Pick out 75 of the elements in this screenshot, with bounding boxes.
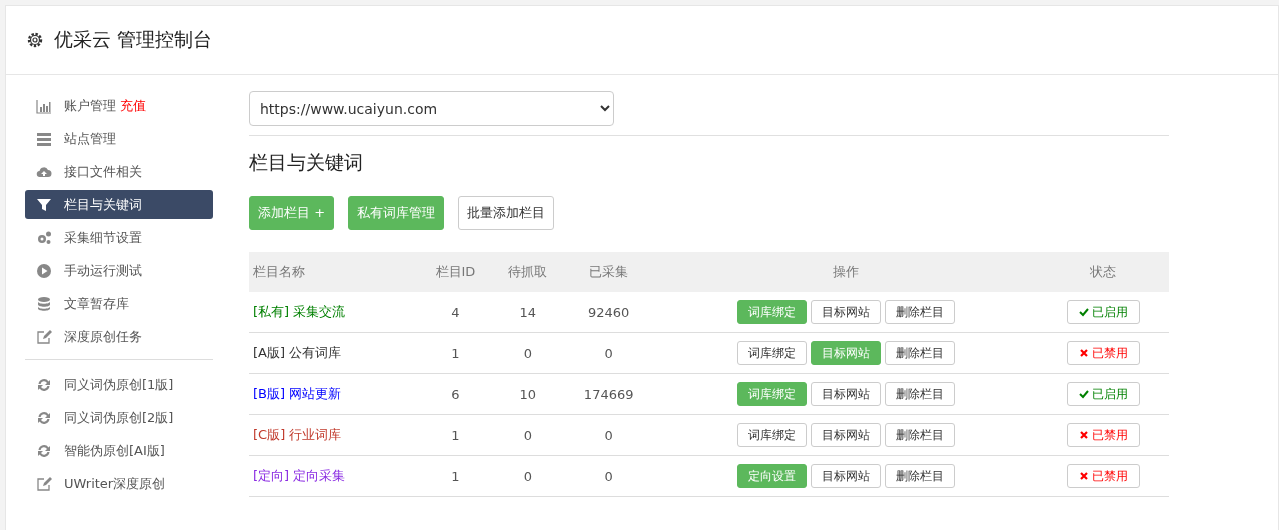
table-cell: 0 bbox=[563, 332, 654, 374]
sidebar-item[interactable]: 栏目与关键词 bbox=[25, 190, 213, 219]
table-cell: 0 bbox=[563, 455, 654, 497]
action-button[interactable]: 目标网站 bbox=[810, 464, 881, 488]
table-cell: 1 bbox=[418, 332, 492, 374]
sidebar-item[interactable]: 站点管理 bbox=[25, 124, 213, 153]
column-name: [A版] 公有词库 bbox=[249, 332, 419, 374]
column-header: 栏目ID bbox=[418, 252, 492, 292]
play-icon bbox=[36, 262, 52, 279]
filter-icon bbox=[36, 196, 52, 213]
status-button[interactable]: 已禁用 bbox=[1067, 464, 1140, 488]
column-header: 操作 bbox=[653, 252, 1038, 292]
column-header: 栏目名称 bbox=[249, 252, 419, 292]
status-button[interactable]: 已启用 bbox=[1067, 300, 1140, 324]
gears-icon bbox=[36, 229, 52, 246]
refresh-icon bbox=[36, 442, 52, 459]
section-title: 栏目与关键词 bbox=[249, 150, 364, 175]
sidebar-item[interactable]: 智能伪原创[AI版] bbox=[25, 436, 213, 465]
action-button[interactable]: 删除栏目 bbox=[884, 423, 955, 447]
action-button[interactable]: 删除栏目 bbox=[884, 300, 955, 324]
sidebar-item[interactable]: 同义词伪原创[2版] bbox=[25, 403, 213, 432]
sidebar-item[interactable]: 账户管理 充值 bbox=[25, 91, 213, 120]
action-button[interactable]: 目标网站 bbox=[810, 382, 881, 406]
settings-icon bbox=[26, 31, 44, 49]
status-button[interactable]: 已禁用 bbox=[1067, 341, 1140, 365]
bar-chart-icon bbox=[36, 97, 52, 114]
check-icon bbox=[1079, 307, 1089, 317]
column-name: [C版] 行业词库 bbox=[249, 414, 419, 456]
app-title: 优采云 管理控制台 bbox=[54, 27, 213, 52]
table-cell: 174669 bbox=[563, 373, 654, 415]
status-button[interactable]: 已启用 bbox=[1067, 382, 1140, 406]
table-cell: 6 bbox=[418, 373, 492, 415]
sidebar-item[interactable]: 深度原创任务 bbox=[25, 322, 213, 351]
action-button[interactable]: 删除栏目 bbox=[884, 382, 955, 406]
column-header: 已采集 bbox=[563, 252, 654, 292]
action-button[interactable]: 目标网站 bbox=[810, 300, 881, 324]
server-icon bbox=[36, 130, 52, 147]
column-name: [私有] 采集交流 bbox=[249, 292, 419, 333]
check-icon bbox=[1079, 389, 1089, 399]
sidebar-item[interactable]: 手动运行测试 bbox=[25, 256, 213, 285]
edit-icon bbox=[36, 328, 52, 345]
column-name: [B版] 网站更新 bbox=[249, 373, 419, 415]
refresh-icon bbox=[36, 376, 52, 393]
close-icon bbox=[1079, 430, 1089, 440]
table-cell: 0 bbox=[492, 332, 564, 374]
table-cell: 1 bbox=[418, 414, 492, 456]
toolbar-button[interactable]: 批量添加栏目 bbox=[458, 196, 555, 230]
table-cell: 10 bbox=[492, 373, 564, 415]
table-cell: 92460 bbox=[563, 292, 654, 333]
table-cell: 1 bbox=[418, 455, 492, 497]
table-cell: 4 bbox=[418, 292, 492, 333]
action-button[interactable]: 删除栏目 bbox=[884, 341, 955, 365]
refresh-icon bbox=[36, 409, 52, 426]
sidebar-item[interactable]: 接口文件相关 bbox=[25, 157, 213, 186]
table-cell: 0 bbox=[492, 455, 564, 497]
table-cell: 0 bbox=[492, 414, 564, 456]
column-header: 状态 bbox=[1037, 252, 1169, 292]
site-select[interactable]: https://www.ucaiyun.com bbox=[249, 91, 614, 126]
table-cell: 14 bbox=[492, 292, 564, 333]
action-button[interactable]: 删除栏目 bbox=[884, 464, 955, 488]
action-button[interactable]: 目标网站 bbox=[810, 423, 881, 447]
sidebar-item[interactable]: UWriter深度原创 bbox=[25, 469, 213, 498]
close-icon bbox=[1079, 348, 1089, 358]
table-cell: 0 bbox=[563, 414, 654, 456]
sidebar-item[interactable]: 同义词伪原创[1版] bbox=[25, 370, 213, 399]
column-name: [定向] 定向采集 bbox=[249, 455, 419, 497]
close-icon bbox=[1079, 471, 1089, 481]
sidebar-item[interactable]: 文章暂存库 bbox=[25, 289, 213, 318]
database-icon bbox=[36, 295, 52, 312]
edit-icon bbox=[36, 475, 52, 492]
sidebar-item[interactable]: 采集细节设置 bbox=[25, 223, 213, 252]
column-header: 待抓取 bbox=[492, 252, 564, 292]
action-button[interactable]: 词库绑定 bbox=[736, 423, 807, 447]
status-button[interactable]: 已禁用 bbox=[1067, 423, 1140, 447]
action-button[interactable]: 词库绑定 bbox=[736, 341, 807, 365]
